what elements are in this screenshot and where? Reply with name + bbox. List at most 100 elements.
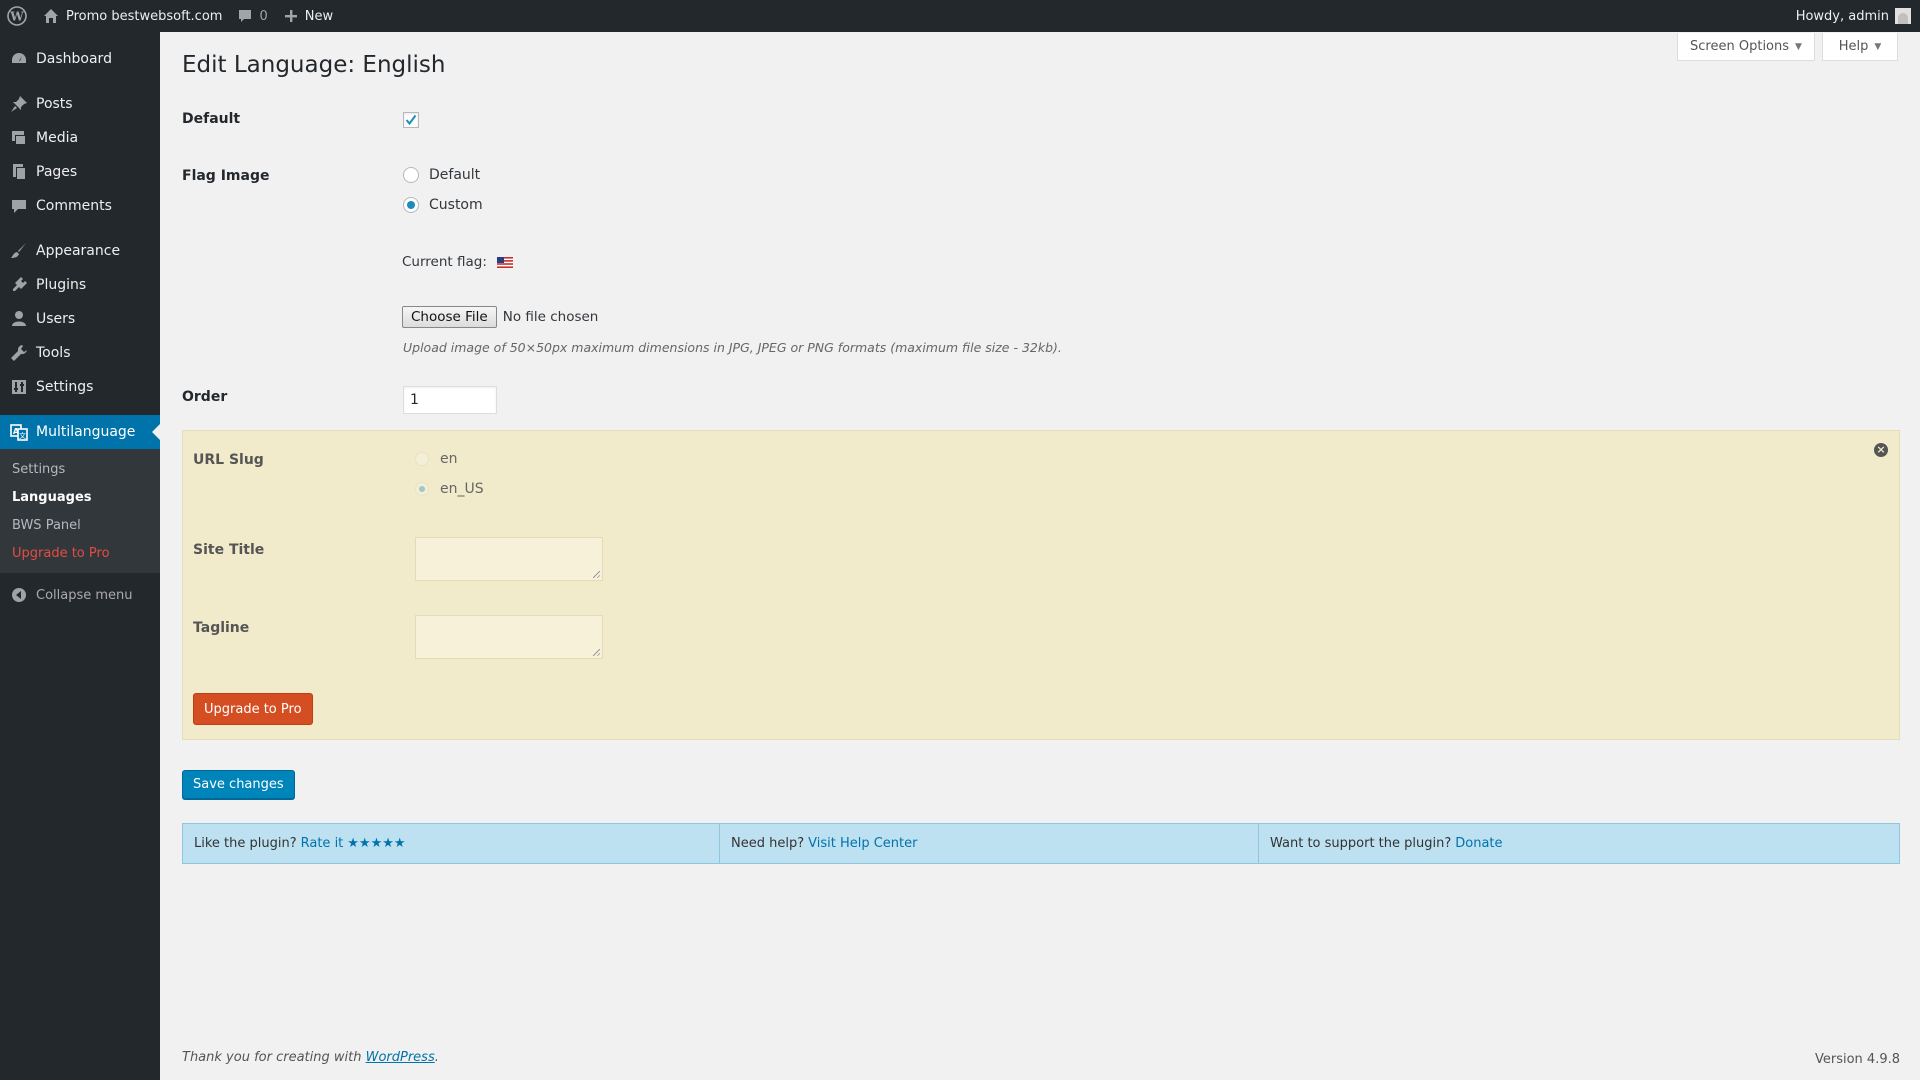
comment-icon (10, 197, 28, 215)
help-section: Need help? Visit Help Center (720, 824, 1259, 863)
collapse-label: Collapse menu (36, 587, 133, 603)
comments-link[interactable]: 0 (229, 0, 275, 32)
menu-label-settings: Settings (36, 379, 94, 395)
site-title-textarea[interactable] (415, 537, 603, 581)
current-flag-row: Current flag: (402, 254, 513, 270)
menu-item-comments[interactable]: Comments (0, 189, 160, 223)
slug-en-radio[interactable]: en (415, 451, 458, 467)
wordpress-link[interactable]: WordPress (366, 1050, 435, 1065)
menu-item-media[interactable]: Media (0, 121, 160, 155)
url-slug-label: URL Slug (193, 452, 264, 468)
tagline-textarea[interactable] (415, 615, 603, 659)
home-icon (44, 9, 58, 23)
menu-item-users[interactable]: Users (0, 302, 160, 336)
slug-en-option: en (440, 451, 458, 467)
support-text: Want to support the plugin? (1270, 836, 1452, 851)
order-label: Order (182, 389, 228, 405)
help-center-link[interactable]: Visit Help Center (808, 836, 917, 851)
submenu-settings[interactable]: Settings (0, 456, 160, 484)
menu-label-posts: Posts (36, 96, 73, 112)
menu-label-tools: Tools (36, 345, 71, 361)
version-text: Version 4.9.8 (1814, 1052, 1900, 1067)
slug-en-us-radio[interactable]: en_US (415, 481, 484, 497)
menu-item-multilanguage[interactable]: A文 Multilanguage (0, 415, 160, 449)
screen-options-label: Screen Options (1690, 39, 1790, 54)
plugin-rate-bar: Like the plugin? Rate it ★★★★★ Need help… (182, 823, 1900, 864)
triangle-down-icon: ▼ (1795, 41, 1802, 52)
menu-label-media: Media (36, 130, 79, 146)
like-text: Like the plugin? (194, 836, 297, 851)
menu-item-dashboard[interactable]: Dashboard (0, 42, 160, 76)
submenu-languages[interactable]: Languages (0, 484, 160, 512)
new-content-link[interactable]: New (276, 0, 341, 32)
admin-menu: Dashboard Posts Media Pages Comments App… (0, 32, 160, 1080)
flag-default-radio[interactable]: Default (403, 167, 480, 183)
my-account-link[interactable]: Howdy, admin (1787, 0, 1920, 32)
us-flag-icon (496, 256, 513, 268)
howdy-text: Howdy, admin (1795, 8, 1889, 24)
new-label: New (304, 8, 334, 24)
flag-default-option: Default (429, 167, 481, 183)
collapse-menu-button[interactable]: Collapse menu (0, 578, 160, 612)
menu-item-appearance[interactable]: Appearance (0, 234, 160, 268)
upload-hint: Upload image of 50×50px maximum dimensio… (403, 340, 1062, 355)
tagline-label: Tagline (193, 620, 250, 636)
wrench-icon (10, 344, 28, 362)
rate-it-link[interactable]: Rate it (301, 836, 344, 851)
avatar (1895, 8, 1911, 24)
translate-icon: A文 (10, 423, 28, 441)
pro-features-box: × URL Slug en en_US Site Title Tagline U… (182, 430, 1900, 740)
close-icon[interactable]: × (1874, 443, 1888, 457)
media-icon (10, 129, 28, 147)
menu-label-plugins: Plugins (36, 277, 87, 293)
menu-item-pages[interactable]: Pages (0, 155, 160, 189)
upgrade-to-pro-button[interactable]: Upgrade to Pro (193, 693, 313, 725)
slug-en-us-option: en_US (440, 481, 484, 497)
checkmark-icon (405, 114, 417, 126)
menu-item-plugins[interactable]: Plugins (0, 268, 160, 302)
site-name: Promo bestwebsoft.com (66, 8, 223, 24)
admin-bar: W Promo bestwebsoft.com 0 New Howdy, adm… (0, 0, 1920, 32)
settings-icon (10, 378, 28, 396)
page-title: Edit Language: English (182, 52, 446, 78)
default-label: Default (182, 111, 241, 127)
flag-custom-radio[interactable]: Custom (403, 197, 483, 213)
site-title-label: Site Title (193, 542, 265, 558)
save-changes-button[interactable]: Save changes (182, 770, 295, 799)
menu-label-dashboard: Dashboard (36, 51, 112, 67)
submenu-upgrade-to-pro[interactable]: Upgrade to Pro (0, 540, 160, 568)
donate-link[interactable]: Donate (1455, 836, 1502, 851)
choose-file-button[interactable]: Choose File (402, 306, 497, 328)
menu-item-settings[interactable]: Settings (0, 370, 160, 404)
default-checkbox[interactable] (403, 112, 419, 128)
screen-options-button[interactable]: Screen Options ▼ (1677, 33, 1815, 61)
menu-label-users: Users (36, 311, 76, 327)
menu-label-comments: Comments (36, 198, 112, 214)
brush-icon (10, 242, 28, 260)
file-upload-row: Choose File No file chosen (402, 306, 598, 328)
current-flag-label: Current flag: (402, 254, 487, 270)
order-input[interactable]: 1 (403, 386, 497, 414)
menu-label-multilanguage: Multilanguage (36, 424, 136, 440)
plus-icon (284, 10, 297, 22)
no-file-text: No file chosen (502, 309, 599, 325)
main-content: Screen Options ▼ Help ▼ Edit Language: Eng… (160, 32, 1920, 1080)
menu-label-appearance: Appearance (36, 243, 121, 259)
site-name-link[interactable]: Promo bestwebsoft.com (34, 0, 229, 32)
flag-custom-option: Custom (429, 197, 483, 213)
wordpress-logo-icon[interactable]: W (0, 0, 34, 32)
menu-label-pages: Pages (36, 164, 78, 180)
menu-item-posts[interactable]: Posts (0, 87, 160, 121)
submenu-bws-panel[interactable]: BWS Panel (0, 512, 160, 540)
help-label: Help (1838, 39, 1869, 54)
star-rating-icon[interactable]: ★★★★★ (347, 836, 405, 851)
support-section: Want to support the plugin? Donate (1259, 824, 1899, 863)
footer-period: . (434, 1050, 439, 1065)
dashboard-icon (10, 50, 28, 68)
pages-icon (10, 163, 28, 181)
collapse-arrow-icon (10, 587, 28, 603)
menu-item-tools[interactable]: Tools (0, 336, 160, 370)
rate-section: Like the plugin? Rate it ★★★★★ (183, 824, 720, 863)
need-help-text: Need help? (731, 836, 805, 851)
help-button[interactable]: Help ▼ (1822, 33, 1898, 61)
